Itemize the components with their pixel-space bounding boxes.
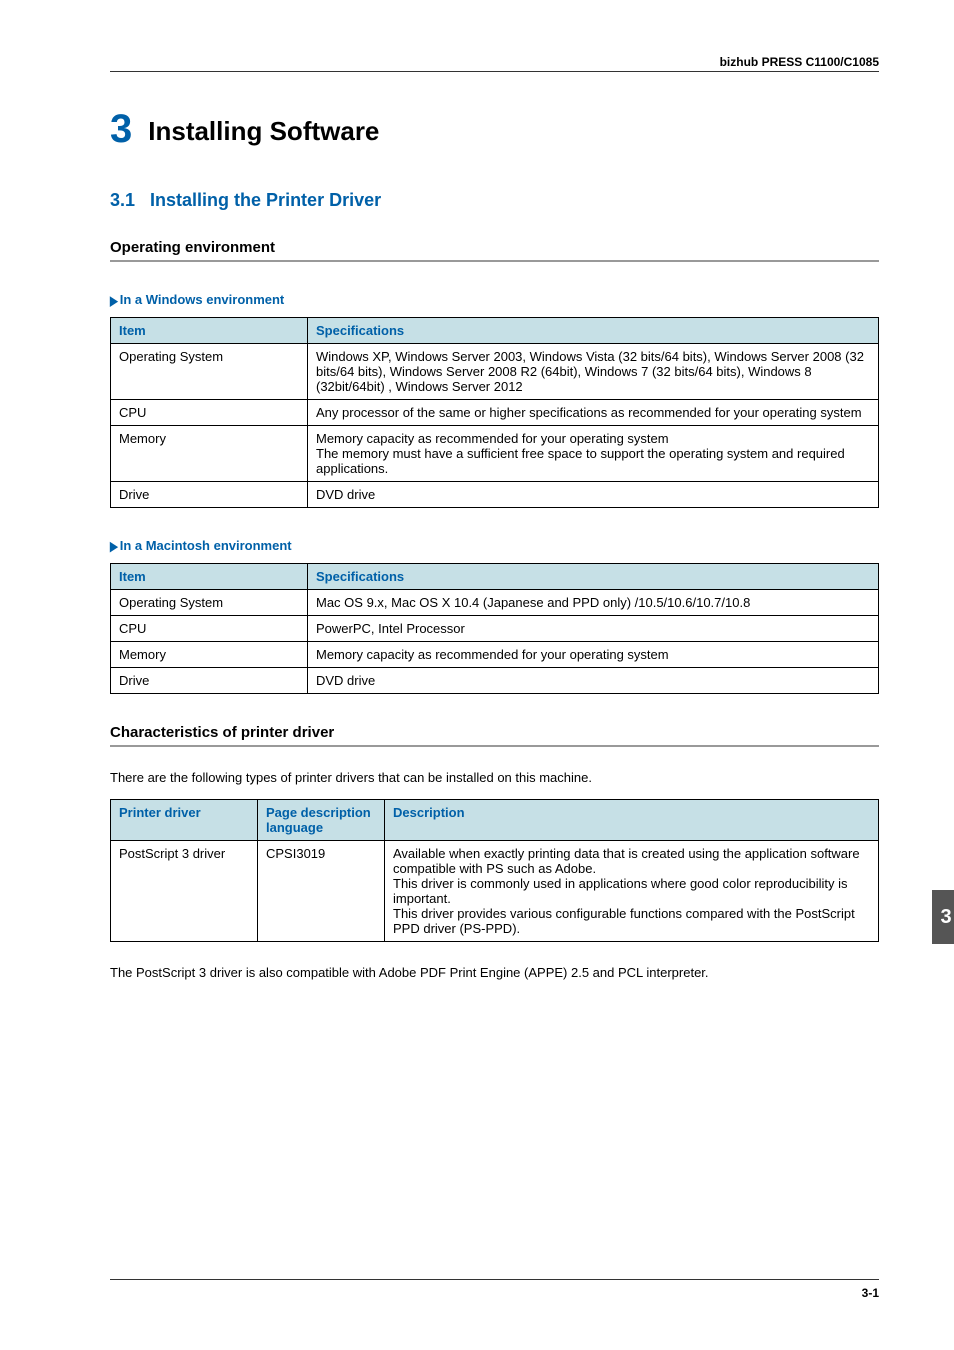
table-row: MemoryMemory capacity as recommended for… [111, 642, 879, 668]
product-model: bizhub PRESS C1100/C1085 [110, 55, 879, 72]
cell-spec: Windows XP, Windows Server 2003, Windows… [308, 344, 879, 400]
cell-spec: DVD drive [308, 482, 879, 508]
table-header-row: Printer driver Page description language… [111, 799, 879, 840]
cell-item: Operating System [111, 590, 308, 616]
divider [110, 1279, 879, 1280]
cell-driver: PostScript 3 driver [111, 840, 258, 941]
table-row: DriveDVD drive [111, 668, 879, 694]
section-title: 3.1 Installing the Printer Driver [110, 190, 879, 211]
table-row: MemoryMemory capacity as recommended for… [111, 426, 879, 482]
col-driver: Printer driver [111, 799, 258, 840]
cell-item: Drive [111, 482, 308, 508]
cell-item: Memory [111, 642, 308, 668]
divider [110, 745, 879, 747]
cell-spec: Memory capacity as recommended for your … [308, 642, 879, 668]
chapter-number: 3 [110, 107, 132, 151]
table-row: CPUPowerPC, Intel Processor [111, 616, 879, 642]
table-row: PostScript 3 driver CPSI3019 Available w… [111, 840, 879, 941]
cell-item: CPU [111, 400, 308, 426]
chapter-title-text: Installing Software [148, 116, 379, 146]
mac-spec-table: Item Specifications Operating SystemMac … [110, 563, 879, 694]
driver-table: Printer driver Page description language… [110, 799, 879, 942]
chapter-tab: 3 [932, 890, 954, 944]
cell-spec: DVD drive [308, 668, 879, 694]
cell-spec: Mac OS 9.x, Mac OS X 10.4 (Japanese and … [308, 590, 879, 616]
cell-spec: Any processor of the same or higher spec… [308, 400, 879, 426]
chapter-title: 3 Installing Software [110, 107, 879, 152]
table-row: CPUAny processor of the same or higher s… [111, 400, 879, 426]
driver-intro-text: There are the following types of printer… [110, 769, 879, 787]
table-row: Operating SystemWindows XP, Windows Serv… [111, 344, 879, 400]
driver-note-text: The PostScript 3 driver is also compatib… [110, 964, 879, 982]
section-number: 3.1 [110, 190, 135, 210]
cell-item: Memory [111, 426, 308, 482]
cell-spec: Memory capacity as recommended for your … [308, 426, 879, 482]
col-spec: Specifications [308, 564, 879, 590]
windows-env-heading: In a Windows environment [110, 292, 879, 307]
cell-item: Drive [111, 668, 308, 694]
cell-item: CPU [111, 616, 308, 642]
divider [110, 260, 879, 262]
operating-environment-heading: Operating environment [110, 239, 879, 256]
col-spec: Specifications [308, 318, 879, 344]
col-lang: Page description language [258, 799, 385, 840]
cell-spec: PowerPC, Intel Processor [308, 616, 879, 642]
col-desc: Description [385, 799, 879, 840]
cell-item: Operating System [111, 344, 308, 400]
page-number: 3-1 [862, 1286, 879, 1300]
col-item: Item [111, 564, 308, 590]
driver-characteristics-heading: Characteristics of printer driver [110, 724, 879, 741]
col-item: Item [111, 318, 308, 344]
table-header-row: Item Specifications [111, 564, 879, 590]
mac-env-heading: In a Macintosh environment [110, 538, 879, 553]
section-title-text: Installing the Printer Driver [150, 190, 381, 210]
cell-lang: CPSI3019 [258, 840, 385, 941]
cell-desc: Available when exactly printing data tha… [385, 840, 879, 941]
table-header-row: Item Specifications [111, 318, 879, 344]
windows-spec-table: Item Specifications Operating SystemWind… [110, 317, 879, 508]
table-row: Operating SystemMac OS 9.x, Mac OS X 10.… [111, 590, 879, 616]
table-row: DriveDVD drive [111, 482, 879, 508]
